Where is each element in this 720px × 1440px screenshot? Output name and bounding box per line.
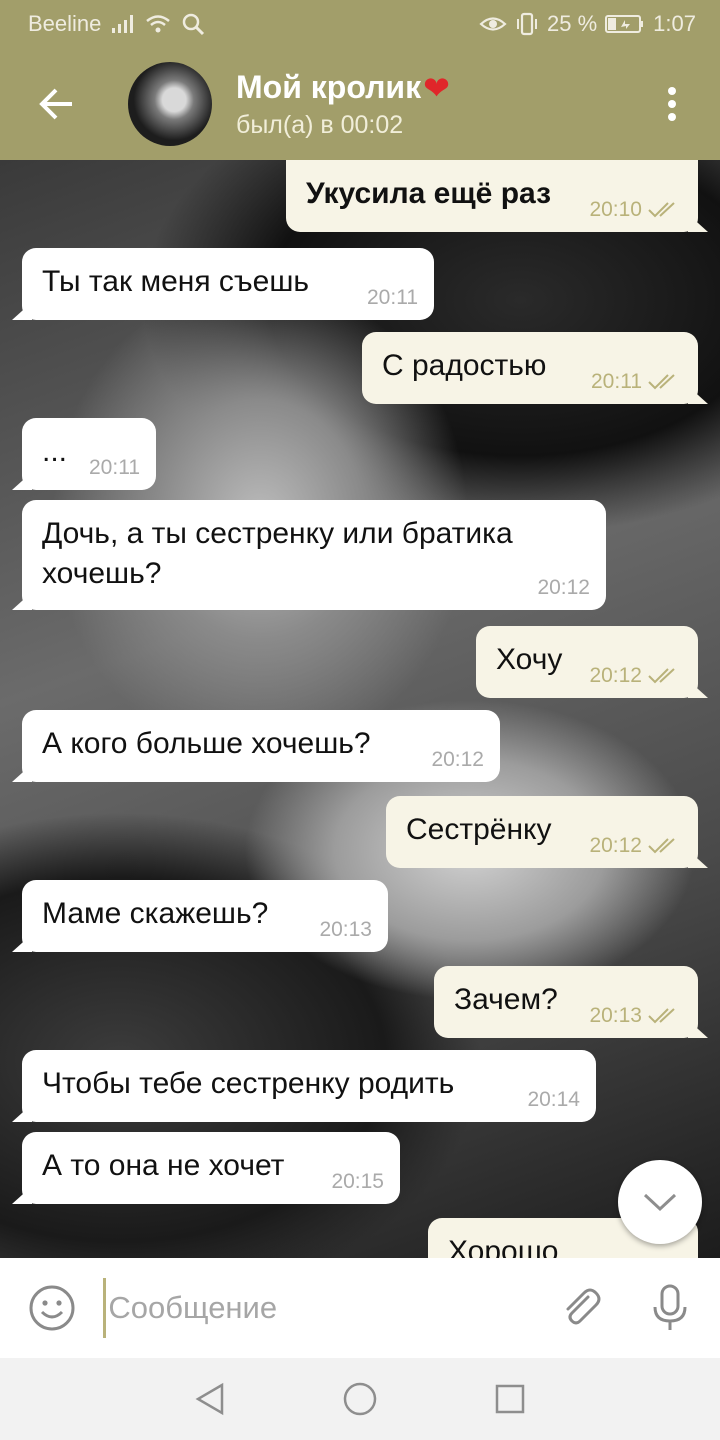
scroll-to-bottom-button[interactable]: [618, 1160, 702, 1244]
message-time: 20:14: [527, 1088, 580, 1111]
avatar[interactable]: [128, 62, 212, 146]
status-bar: Beeline 25 % 1:07: [0, 0, 720, 48]
circle-home-icon: [343, 1382, 377, 1416]
message-time: 20:13: [319, 918, 372, 941]
contact-name: Мой кролик: [236, 69, 422, 105]
message-time: 20:12: [589, 834, 642, 857]
message-time: 20:11: [89, 456, 140, 479]
battery-charging-icon: [605, 15, 644, 33]
message-time: 20:13: [589, 1004, 642, 1027]
message-bubble-incoming[interactable]: Маме скажешь? 20:13: [12, 880, 388, 952]
message-text: А кого больше хочешь?: [42, 727, 371, 760]
message-time: 20:12: [589, 664, 642, 687]
nav-home-button[interactable]: [338, 1377, 382, 1421]
double-check-icon: [648, 374, 675, 390]
message-composer: [0, 1258, 720, 1358]
message-time: 20:11: [367, 286, 418, 309]
eye-icon: [479, 17, 507, 31]
battery-percent: 25 %: [547, 11, 598, 36]
message-bubble-outgoing[interactable]: Укусила ещё раз 20:10: [286, 160, 708, 232]
nav-back-button[interactable]: [188, 1377, 232, 1421]
paperclip-icon: [566, 1288, 601, 1325]
system-navigation-bar: [0, 1358, 720, 1440]
more-options-button[interactable]: [624, 48, 720, 160]
arrow-left-icon: [39, 88, 72, 120]
message-time: 20:15: [331, 1170, 384, 1193]
emoji-icon: [29, 1285, 75, 1331]
chat-title: Мой кролик ❤: [236, 69, 450, 107]
triangle-back-icon: [195, 1382, 224, 1416]
message-time: 20:11: [591, 370, 642, 393]
clock: 1:07: [653, 11, 696, 36]
double-check-icon: [648, 1008, 675, 1024]
microphone-icon: [653, 1284, 687, 1330]
message-bubble-incoming[interactable]: А то она не хочет 20:15: [12, 1132, 400, 1204]
double-check-icon: [648, 202, 675, 218]
message-text: Дочь, а ты сестренку или братика хочешь?: [42, 517, 513, 590]
back-button[interactable]: [0, 48, 112, 160]
heart-emoji: ❤: [423, 69, 450, 106]
message-text: А то она не хочет: [42, 1149, 285, 1182]
message-bubble-outgoing[interactable]: Зачем? 20:13: [434, 966, 708, 1038]
message-input[interactable]: [103, 1278, 522, 1338]
chat-messages-area[interactable]: Укусила ещё раз 20:10 Ты так меня съешь …: [0, 160, 720, 1258]
carrier-name: Beeline: [28, 11, 102, 36]
more-vertical-icon: [668, 87, 676, 121]
double-check-icon: [648, 838, 675, 854]
vibrate-icon: [517, 12, 538, 36]
emoji-button[interactable]: [0, 1258, 103, 1358]
double-check-icon: [648, 668, 675, 684]
message-text: Ты так меня съешь: [42, 265, 310, 298]
chat-title-block[interactable]: Мой кролик ❤ был(а) в 00:02: [236, 69, 450, 140]
message-bubble-outgoing[interactable]: Сестрёнку 20:12: [386, 796, 708, 868]
message-bubble-incoming[interactable]: Дочь, а ты сестренку или братика хочешь?…: [12, 500, 606, 610]
message-bubble-incoming[interactable]: Чтобы тебе сестренку родить 20:14: [12, 1050, 596, 1122]
message-bubble-incoming[interactable]: ... 20:11: [12, 418, 156, 490]
message-time: 20:12: [537, 576, 590, 599]
signal-icon: [112, 15, 134, 33]
message-text: Чтобы тебе сестренку родить: [42, 1067, 455, 1100]
square-recents-icon: [495, 1384, 525, 1414]
wifi-icon: [146, 15, 171, 33]
attach-button[interactable]: [541, 1258, 621, 1358]
message-bubble-incoming[interactable]: Ты так меня съешь 20:11: [12, 248, 434, 320]
message-time: 20:12: [431, 748, 484, 771]
search-icon: [183, 13, 205, 36]
chevron-down-icon: [643, 1193, 677, 1212]
last-seen-status: был(а) в 00:02: [236, 110, 404, 139]
nav-recents-button[interactable]: [488, 1377, 532, 1421]
message-time: 20:10: [589, 198, 642, 221]
message-bubble-incoming[interactable]: А кого больше хочешь? 20:12: [12, 710, 500, 782]
message-bubble-outgoing[interactable]: Хочу 20:12: [476, 626, 708, 698]
message-bubble-outgoing[interactable]: С радостью 20:11: [362, 332, 708, 404]
microphone-button[interactable]: [621, 1258, 720, 1358]
chat-header: Мой кролик ❤ был(а) в 00:02: [0, 48, 720, 160]
